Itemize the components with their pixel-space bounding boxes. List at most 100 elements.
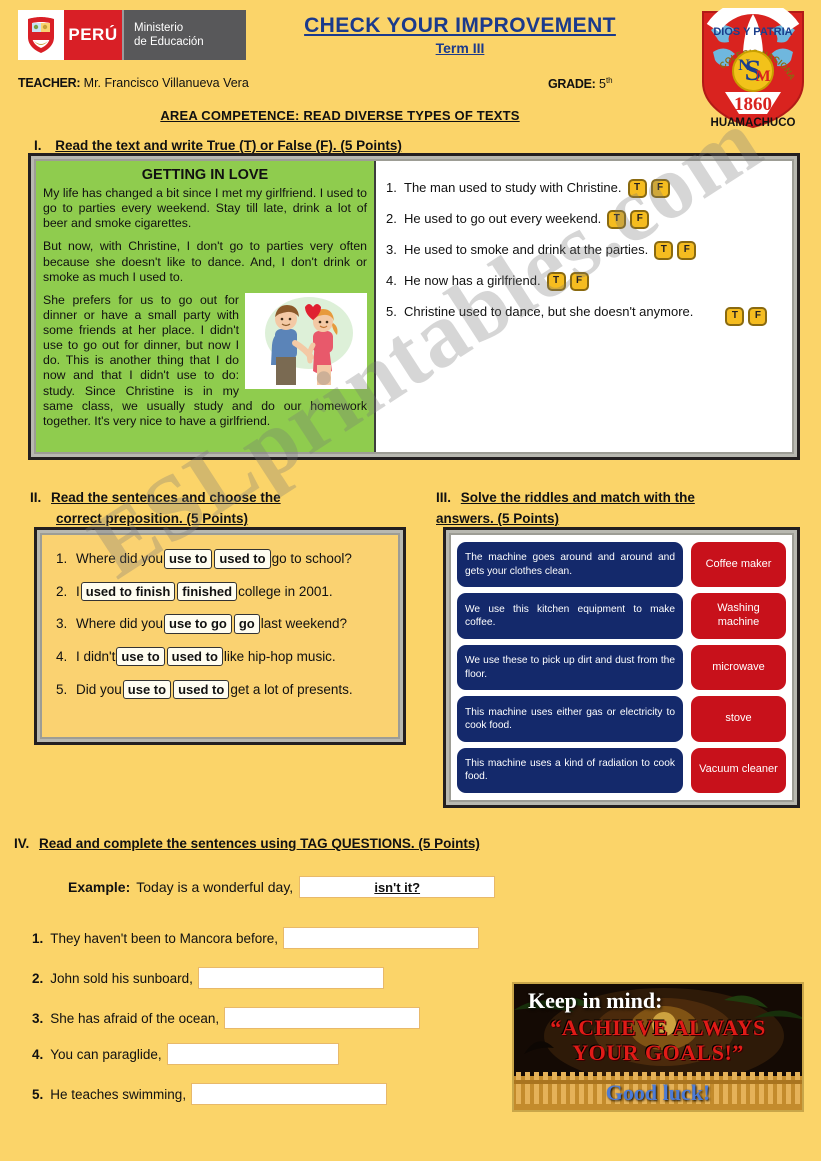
answer-column: Coffee maker Washing machine microwave s… (691, 542, 786, 794)
tf-false-button[interactable]: F (569, 272, 589, 291)
answer-card[interactable]: Washing machine (691, 593, 786, 639)
tag-question-number: 5. (32, 1086, 44, 1102)
preposition-option-b[interactable]: used to (173, 679, 230, 700)
motivational-quote: “ACHIEVE ALWAYS YOUR GOALS!” (514, 1015, 802, 1065)
keep-in-mind-label: Keep in mind: (528, 988, 663, 1013)
tag-question-sentence: You can paraglide, (50, 1046, 162, 1062)
preposition-after-text: college in 2001. (238, 583, 333, 599)
crest-place-text: HUAMACHUCO (711, 117, 796, 129)
grade-ordinal-suffix: th (605, 76, 613, 85)
tag-question-number: 4. (32, 1046, 44, 1062)
answer-card[interactable]: Coffee maker (691, 542, 786, 588)
tf-true-button[interactable]: T (607, 210, 627, 229)
section-4-number: IV. (14, 836, 30, 851)
section-1-instruction: I. Read the text and write True (T) or F… (34, 136, 402, 157)
section-2-instruction: II. Read the sentences and choose the co… (30, 488, 410, 530)
section-3-box: The machine goes around and around and g… (443, 527, 800, 808)
tag-question-row: 2. John sold his sunboard, (32, 967, 384, 989)
tag-question-row: 5. He teaches swimming, (32, 1083, 388, 1105)
section-1-box: GETTING IN LOVE My life has changed a bi… (28, 153, 800, 460)
riddle-card[interactable]: We use this kitchen equipment to make co… (457, 593, 683, 639)
preposition-option-b[interactable]: used to (214, 549, 271, 569)
tag-answer-blank[interactable] (191, 1083, 388, 1105)
section-1-number: I. (34, 138, 42, 153)
svg-text:M: M (755, 68, 770, 85)
motivational-quote-line-1: “ACHIEVE ALWAYS (550, 1015, 766, 1040)
section-4-instruction-text: Read and complete the sentences using TA… (39, 836, 480, 851)
tf-question-number: 1. (386, 180, 397, 195)
reading-passage: GETTING IN LOVE My life has changed a bi… (36, 161, 376, 452)
tag-answer-blank[interactable] (224, 1007, 421, 1029)
preposition-option-a[interactable]: use to (164, 549, 213, 569)
tf-question-row: 3. He used to smoke and drink at the par… (386, 241, 780, 260)
tf-question-row: 5. Christine used to dance, but she does… (386, 303, 780, 326)
tf-question-text: He used to smoke and drink at the partie… (404, 242, 649, 257)
riddle-card[interactable]: The machine goes around and around and g… (457, 542, 683, 588)
tag-question-sentence: They haven't been to Mancora before, (50, 930, 278, 946)
tf-question-text: The man used to study with Christine. (404, 180, 622, 195)
preposition-number: 1. (56, 551, 68, 566)
tag-example-label: Example: (68, 879, 131, 895)
answer-card[interactable]: stove (691, 696, 786, 742)
reading-paragraph-1: My life has changed a bit since I met my… (43, 186, 367, 231)
preposition-row: 3. Where did you use to go go last weeke… (56, 612, 388, 636)
page-subtitle: Term III (435, 40, 485, 56)
tag-answer-blank[interactable] (197, 967, 384, 989)
preposition-option-b[interactable]: used to (166, 646, 223, 667)
tag-answer-blank[interactable] (283, 927, 479, 949)
teacher-line: TEACHER: Mr. Francisco Villanueva Vera (18, 76, 249, 90)
tag-question-number: 1. (32, 930, 44, 946)
preposition-option-b[interactable]: go (233, 614, 260, 634)
riddle-card[interactable]: This machine uses a kind of radiation to… (457, 747, 683, 794)
area-competence: AREA COMPETENCE: READ DIVERSE TYPES OF T… (160, 108, 520, 123)
tf-question-number: 3. (386, 242, 397, 257)
riddle-card[interactable]: This machine uses either gas or electric… (457, 696, 683, 742)
tf-question-row: 4. He now has a girlfriend. T F (386, 272, 780, 291)
ministry-line-2: de Educación (134, 36, 204, 48)
tf-question-number: 5. (386, 304, 397, 319)
section-3-number: III. (436, 490, 452, 505)
tf-false-button[interactable]: F (748, 307, 768, 326)
tf-false-button[interactable]: F (650, 179, 670, 198)
section-2-instruction-line-2: correct preposition. (5 Points) (56, 510, 249, 526)
teacher-name: Mr. Francisco Villanueva Vera (83, 76, 249, 90)
preposition-option-b[interactable]: finished (177, 581, 238, 602)
section-2-number: II. (30, 490, 42, 505)
preposition-after-text: last weekend? (260, 616, 348, 632)
tf-question-text: He now has a girlfriend. (404, 273, 541, 288)
page-title: CHECK YOUR IMPROVEMENT (304, 14, 616, 37)
preposition-before-text: I (76, 583, 80, 599)
preposition-row: 1. Where did you use to used to go to sc… (56, 547, 388, 571)
tf-answer-pair: T F (725, 307, 768, 326)
section-2-box: 1. Where did you use to used to go to sc… (34, 527, 406, 745)
tag-question-row: 1. They haven't been to Mancora before, (32, 927, 479, 949)
preposition-number: 5. (56, 681, 68, 697)
preposition-option-a[interactable]: used to finish (80, 581, 176, 602)
preposition-row: 2. I used to finish finished college in … (56, 580, 388, 604)
preposition-option-a[interactable]: use to (122, 679, 172, 700)
reading-title: GETTING IN LOVE (141, 167, 269, 183)
preposition-number: 4. (56, 648, 68, 664)
preposition-option-a[interactable]: use to go (164, 614, 232, 634)
answer-card[interactable]: microwave (691, 644, 786, 691)
tf-true-button[interactable]: T (725, 307, 745, 326)
answer-card[interactable]: Vacuum cleaner (691, 747, 786, 794)
tf-question-number: 4. (386, 273, 397, 288)
tf-false-button[interactable]: F (677, 241, 697, 260)
tf-true-button[interactable]: T (546, 272, 566, 291)
section-3-instruction-line-2: answers. (5 Points) (436, 510, 560, 526)
tf-answer-pair: T F (546, 272, 589, 291)
preposition-before-text: I didn't (76, 648, 116, 664)
preposition-option-a[interactable]: use to (116, 646, 165, 667)
tf-true-button[interactable]: T (654, 241, 674, 260)
tag-example-answer-blank[interactable]: isn't it? (299, 876, 496, 898)
tf-true-button[interactable]: T (627, 179, 647, 198)
preposition-before-text: Where did you (76, 616, 164, 632)
tag-answer-blank[interactable] (166, 1043, 339, 1065)
preposition-row: 5. Did you use to used to get a lot of p… (56, 678, 388, 702)
riddle-card[interactable]: We use these to pick up dirt and dust fr… (457, 644, 683, 691)
section-4-instruction: IV. Read and complete the sentences usin… (14, 834, 480, 855)
tf-answer-pair: T F (607, 210, 650, 229)
preposition-after-text: get a lot of presents. (230, 681, 353, 697)
tf-false-button[interactable]: F (630, 210, 650, 229)
